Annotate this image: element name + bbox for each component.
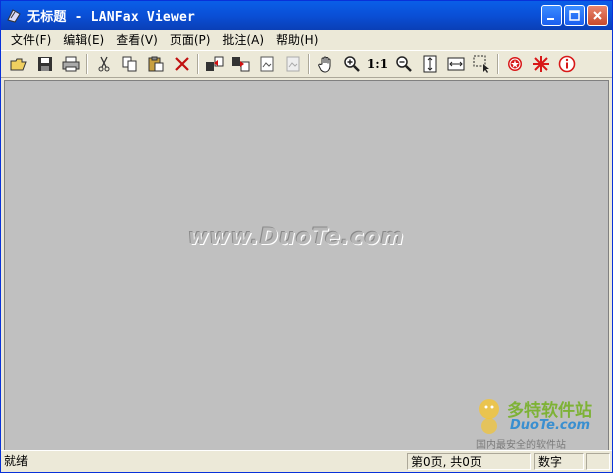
zoom-out-button[interactable] — [392, 53, 415, 75]
next-page-icon — [231, 57, 249, 72]
delete-button[interactable] — [170, 53, 193, 75]
close-icon — [593, 11, 602, 20]
menu-help[interactable]: 帮助(H) — [270, 30, 324, 50]
stamp-button[interactable] — [503, 53, 526, 75]
status-numlock: 数字 — [534, 453, 584, 470]
prev-page-button[interactable] — [203, 53, 226, 75]
menu-view[interactable]: 查看(V) — [110, 30, 164, 50]
status-page: 第0页, 共0页 — [407, 453, 531, 470]
info-button[interactable] — [555, 53, 578, 75]
select-icon — [473, 55, 489, 73]
next-page-button[interactable] — [229, 53, 252, 75]
menu-file[interactable]: 文件(F) — [5, 30, 57, 50]
select-button[interactable] — [470, 53, 493, 75]
maximize-icon — [569, 10, 580, 21]
hand-icon — [317, 56, 330, 73]
logo-line-3: 国内最安全的软件站 — [476, 440, 566, 451]
fit-width-button[interactable] — [444, 53, 467, 75]
app-icon — [6, 8, 22, 24]
menu-edit[interactable]: 编辑(E) — [57, 30, 110, 50]
zoom-out-icon — [395, 56, 412, 72]
status-bar: 就绪 第0页, 共0页 数字 — [1, 450, 612, 472]
copy-button[interactable] — [118, 53, 141, 75]
print-button[interactable] — [59, 53, 82, 75]
menu-bar: 文件(F) 编辑(E) 查看(V) 页面(P) 批注(A) 帮助(H) — [1, 30, 612, 50]
prev-page-icon — [205, 56, 223, 71]
minimize-icon — [547, 18, 554, 20]
actual-size-button[interactable]: 1:1 — [366, 53, 389, 75]
burst-button[interactable] — [529, 53, 552, 75]
image-disabled-button[interactable] — [281, 53, 304, 75]
open-folder-icon — [10, 58, 27, 71]
minimize-button[interactable] — [541, 5, 562, 26]
fit-height-button[interactable] — [418, 53, 441, 75]
open-button[interactable] — [7, 53, 30, 75]
image-button[interactable] — [255, 53, 278, 75]
toolbar-separator — [197, 54, 199, 74]
title-bar[interactable]: 无标题 - LANFax Viewer — [1, 1, 612, 30]
corner-logo: 多特软件站 DuoTe.com 国内最安全的软件站 — [472, 392, 602, 451]
copy-icon — [122, 56, 136, 72]
toolbar-separator — [497, 54, 499, 74]
fit-width-icon — [447, 57, 464, 71]
toolbar: 1:1 — [1, 50, 612, 78]
save-icon — [37, 57, 52, 71]
save-button[interactable] — [33, 53, 56, 75]
cut-icon — [98, 56, 109, 72]
paste-button[interactable] — [144, 53, 167, 75]
print-icon — [62, 56, 79, 72]
hand-tool-button[interactable] — [314, 53, 337, 75]
mascot-icon — [479, 399, 499, 434]
status-extra — [586, 453, 610, 470]
delete-icon — [174, 57, 189, 71]
close-button[interactable] — [587, 5, 608, 26]
app-window: 无标题 - LANFax Viewer 文件(F) 编辑(E) 查看(V) 页面… — [0, 0, 613, 473]
logo-line-2: DuoTe.com — [510, 418, 591, 433]
fit-height-icon — [423, 55, 436, 73]
window-title: 无标题 - LANFax Viewer — [27, 10, 196, 25]
menu-page[interactable]: 页面(P) — [164, 30, 217, 50]
status-text: 就绪 — [4, 454, 29, 468]
burst-icon — [532, 56, 549, 72]
info-icon — [558, 55, 575, 73]
toolbar-separator — [86, 54, 88, 74]
watermark: www.DuoTe.com — [188, 225, 405, 250]
actual-size-label: 1:1 — [366, 57, 389, 71]
toolbar-separator — [308, 54, 310, 74]
stamp-icon — [507, 57, 522, 71]
maximize-button[interactable] — [564, 5, 585, 26]
zoom-in-button[interactable] — [340, 53, 363, 75]
cut-button[interactable] — [92, 53, 115, 75]
menu-annotate[interactable]: 批注(A) — [216, 30, 270, 50]
paste-icon — [148, 56, 163, 72]
image-disabled-icon — [286, 56, 299, 72]
image-icon — [260, 56, 273, 72]
zoom-in-icon — [343, 56, 360, 72]
